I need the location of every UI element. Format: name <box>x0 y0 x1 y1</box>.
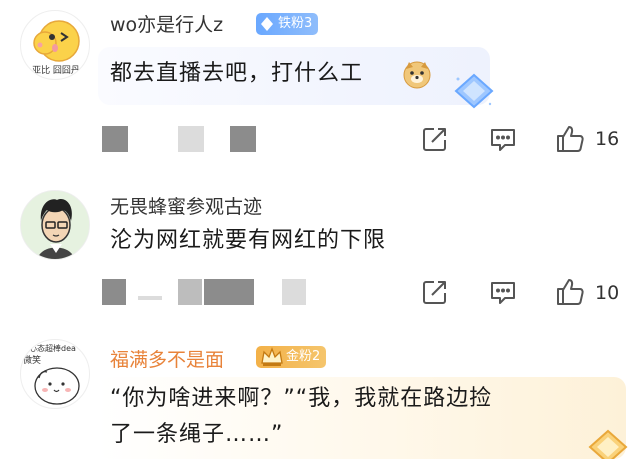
comment-text-line-1[interactable]: “你为啥进来啊？”“我，我就在路边捡 <box>110 382 492 416</box>
share-icon[interactable] <box>421 278 449 310</box>
redacted-block <box>178 126 204 152</box>
username[interactable]: 无畏蜂蜜参观古迹 <box>110 192 262 219</box>
comment-icon[interactable] <box>489 125 517 157</box>
crown-icon <box>260 347 284 375</box>
redacted-block <box>178 279 202 305</box>
like-count: 16 <box>595 128 620 150</box>
fan-badge[interactable]: 铁粉3 <box>256 13 319 35</box>
badge-label: 金粉2 <box>286 349 321 364</box>
fan-badge[interactable]: 金粉2 <box>256 346 327 368</box>
diamond-decoration-icon <box>452 73 496 113</box>
diamond-icon <box>260 16 274 40</box>
username[interactable]: 福满多不是面 <box>110 345 224 372</box>
comment-text[interactable]: 沦为网红就要有网红的下限 <box>110 224 386 258</box>
redacted-block <box>230 126 256 152</box>
redacted-block <box>102 279 126 305</box>
like-icon[interactable] <box>555 277 585 311</box>
comment-item-3: 心态超棒dea 微笑 福满多不是面 金粉2 “你为啥进来啊？”“我，我就在路边捡… <box>0 327 640 459</box>
share-icon[interactable] <box>421 125 449 157</box>
redacted-block <box>138 296 162 300</box>
comment-text-line-2[interactable]: 了一条绳子……” <box>110 418 283 452</box>
comment-item-1: 亚比 囧囧丹 wo亦是行人z 铁粉3 都去直播去吧，打什么工 16 <box>0 0 640 171</box>
avatar-text: 亚比 囧囧丹 <box>32 66 80 76</box>
comment-icon[interactable] <box>489 278 517 310</box>
badge-label: 铁粉3 <box>278 16 313 31</box>
username[interactable]: wo亦是行人z <box>110 10 223 37</box>
like-icon[interactable] <box>555 124 585 158</box>
doge-emoji <box>402 59 432 93</box>
avatar[interactable]: 心态超棒dea 微笑 <box>20 339 90 409</box>
comment-text[interactable]: 都去直播去吧，打什么工 <box>110 57 363 91</box>
avatar[interactable] <box>20 190 90 260</box>
redacted-block <box>102 126 128 152</box>
redacted-block <box>282 279 306 305</box>
redacted-block <box>204 279 254 305</box>
comment-item-2: 无畏蜂蜜参观古迹 沦为网红就要有网红的下限 10 <box>0 171 640 327</box>
avatar[interactable]: 亚比 囧囧丹 <box>20 10 90 80</box>
diamond-decoration-icon <box>586 429 630 459</box>
like-count: 10 <box>595 282 620 304</box>
